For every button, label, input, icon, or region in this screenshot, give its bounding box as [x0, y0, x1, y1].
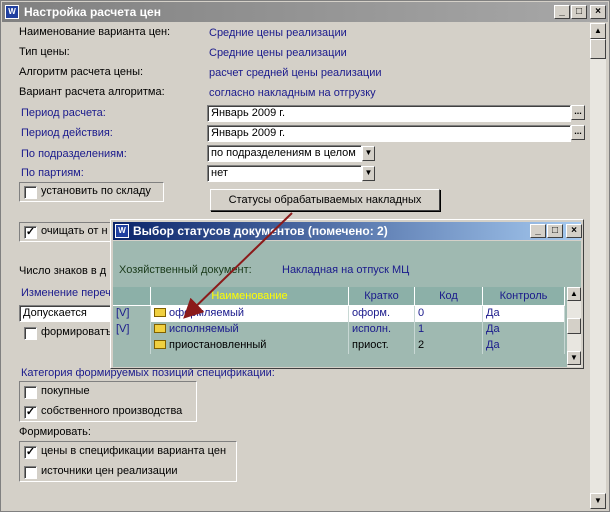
annotation-arrow [183, 212, 293, 319]
